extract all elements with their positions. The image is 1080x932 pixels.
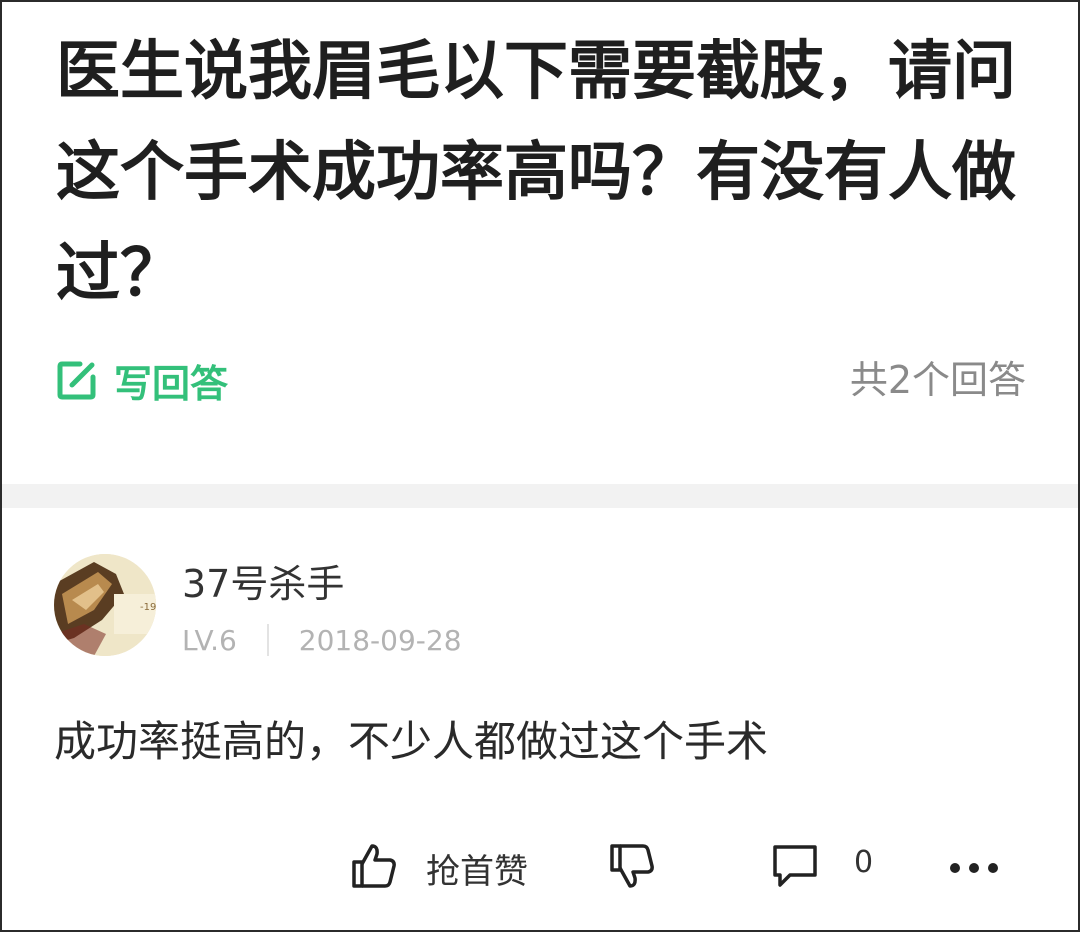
- comment-bubble-icon: [770, 842, 820, 894]
- thumbs-down-icon: [608, 842, 660, 894]
- write-answer-label: 写回答: [114, 361, 229, 406]
- svg-text:-19: -19: [140, 602, 156, 613]
- more-dots-icon: [950, 863, 1007, 873]
- comment-button[interactable]: 0: [770, 838, 873, 898]
- dislike-button[interactable]: [608, 838, 660, 898]
- comment-count: 0: [854, 844, 874, 880]
- answer-meta: LV.6 2018-09-28: [182, 620, 462, 660]
- more-button[interactable]: [950, 838, 1007, 898]
- like-label: 抢首赞: [426, 851, 528, 892]
- answer-content: 成功率挺高的，不少人都做过这个手术: [54, 717, 769, 766]
- answer-date: 2018-09-28: [298, 623, 462, 657]
- meta-separator: [266, 624, 269, 656]
- thumbs-up-icon: [350, 842, 398, 894]
- edit-square-icon: [56, 359, 98, 401]
- section-divider: [2, 484, 1078, 508]
- answer-count[interactable]: 共2个回答: [850, 350, 1026, 410]
- answer-username[interactable]: 37号杀手: [182, 558, 344, 610]
- user-level: LV.6: [182, 623, 237, 657]
- avatar[interactable]: -19: [54, 554, 156, 656]
- question-title: 医生说我眉毛以下需要截肢，请问这个手术成功率高吗？有没有人做过？: [56, 35, 1016, 311]
- like-button[interactable]: 抢首赞: [350, 838, 528, 898]
- write-answer-button[interactable]: 写回答: [56, 350, 228, 410]
